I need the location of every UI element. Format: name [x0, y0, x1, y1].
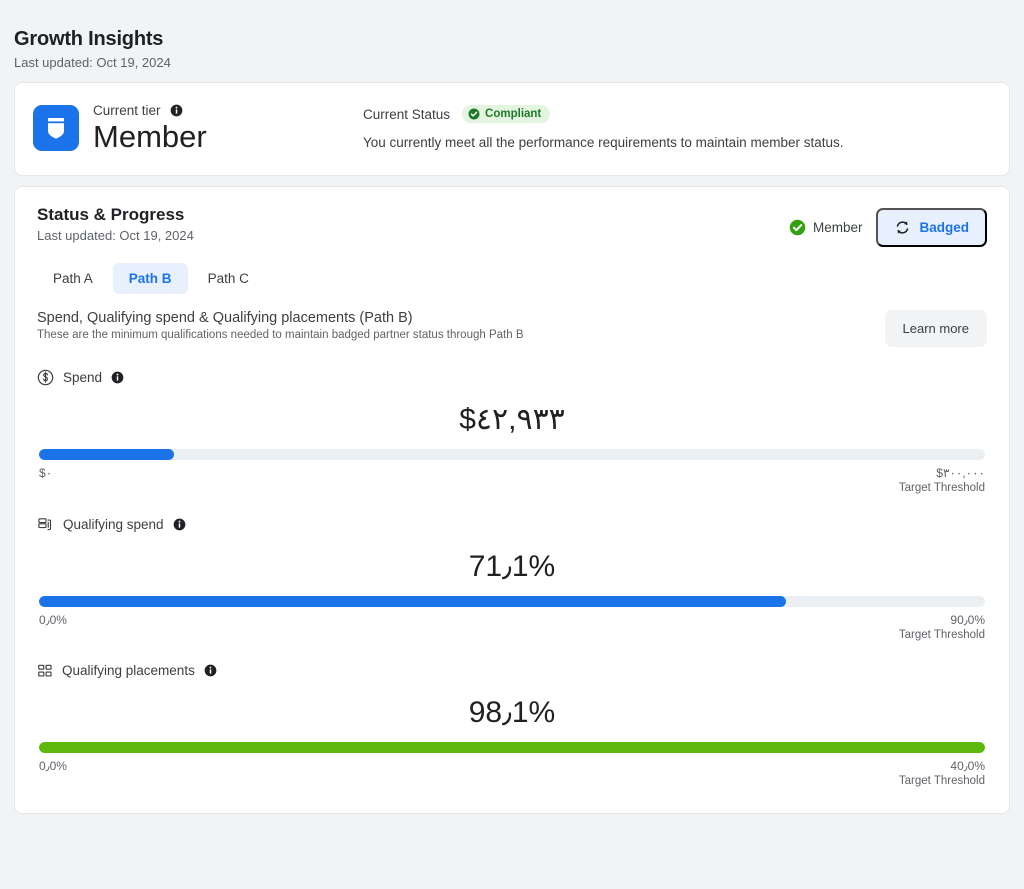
metric-spend-value: $٤٢,٩٣٣ [459, 402, 565, 436]
sync-refresh-icon [894, 219, 911, 236]
check-circle-icon [468, 108, 480, 120]
page-header: Growth Insights Last updated: Oct 19, 20… [14, 0, 1010, 82]
progress-fill [39, 595, 787, 607]
metric-qualifying-spend-value: 71٫1% [468, 549, 556, 583]
metric-qualifying-placements-min-label: 0٫0% [39, 758, 67, 773]
metric-spend-progress-bar [39, 448, 985, 460]
tab-path-c[interactable]: Path C [192, 263, 265, 294]
metric-spend-label: Spend [63, 369, 103, 385]
learn-more-button[interactable]: Learn more [884, 309, 987, 347]
metric-qualifying-placements: Qualifying placements 98٫1% 0٫0% 40٫0% T… [37, 663, 987, 787]
metric-spend-threshold-caption: Target Threshold [898, 481, 985, 494]
tab-path-a[interactable]: Path A [37, 263, 109, 294]
path-tabs: Path A Path B Path C [37, 262, 987, 294]
metric-qualifying-spend-max-label: 90٫0% [950, 612, 985, 627]
metric-qualifying-placements-threshold-caption: Target Threshold [898, 774, 985, 787]
section-last-updated: Last updated: Oct 19, 2024 [37, 227, 194, 243]
metric-spend: Spend $٤٢,٩٣٣ $٠ $٣٠٠,٠٠٠ Target Thresho… [37, 369, 987, 494]
requirements-title: Spend, Qualifying spend & Qualifying pla… [37, 309, 413, 326]
current-tier-value: Member [93, 119, 207, 154]
status-description: You currently meet all the performance r… [363, 135, 844, 150]
metric-qualifying-placements-progress-bar [39, 741, 985, 753]
badged-button[interactable]: Badged [876, 207, 987, 247]
metric-qualifying-spend: Qualifying spend 71٫1% 0٫0% 90٫0% Target [37, 516, 987, 641]
grid-squares-icon [37, 663, 53, 679]
page-last-updated: Last updated: Oct 19, 2024 [14, 55, 171, 70]
tier-summary: Current tier Member [33, 101, 363, 155]
current-tier-card: Current tier Member Current Status Compl… [14, 82, 1010, 176]
info-icon[interactable] [204, 664, 217, 677]
metric-qualifying-placements-label: Qualifying placements [62, 663, 195, 679]
metric-qualifying-spend-min-label: 0٫0% [39, 612, 67, 627]
status-badge: Compliant [462, 105, 551, 123]
metric-qualifying-spend-threshold-caption: Target Threshold [898, 628, 985, 641]
shield-badge-icon [33, 104, 79, 151]
status-badge-label: Compliant [485, 108, 542, 120]
progress-fill [39, 741, 985, 753]
metric-qualifying-spend-label: Qualifying spend [63, 516, 164, 532]
member-chip-label: Member [812, 219, 863, 235]
progress-title-group: Status & Progress Last updated: Oct 19, … [37, 205, 194, 243]
page-root: Growth Insights Last updated: Oct 19, 20… [0, 0, 1024, 889]
requirements-subtitle: These are the minimum qualifications nee… [37, 328, 524, 341]
info-icon[interactable] [170, 104, 183, 117]
tab-path-b[interactable]: Path B [112, 262, 188, 294]
metric-spend-min-label: $٠ [39, 465, 53, 480]
tier-text-group: Current tier Member [93, 101, 207, 155]
badged-button-label: Badged [919, 219, 969, 235]
current-tier-label: Current tier [93, 103, 161, 118]
status-progress-card: Status & Progress Last updated: Oct 19, … [14, 185, 1010, 814]
requirements-header: Spend, Qualifying spend & Qualifying pla… [37, 309, 987, 347]
info-icon[interactable] [173, 518, 186, 531]
check-circle-icon [789, 219, 806, 236]
metric-qualifying-placements-value: 98٫1% [468, 695, 556, 729]
info-icon[interactable] [111, 371, 124, 384]
section-title: Status & Progress [37, 204, 185, 224]
current-status-label: Current Status [363, 106, 451, 122]
metric-spend-max-label: $٣٠٠,٠٠٠ [936, 465, 985, 480]
current-status-group: Current Status Compliant You currently m… [363, 101, 987, 150]
page-title: Growth Insights [14, 28, 164, 50]
stacked-bills-icon [37, 516, 54, 533]
metric-qualifying-placements-max-label: 40٫0% [950, 758, 985, 773]
progress-fill [39, 448, 175, 460]
dollar-circle-icon [37, 369, 54, 386]
progress-card-header: Status & Progress Last updated: Oct 19, … [37, 205, 987, 247]
progress-header-actions: Member Badged [789, 205, 987, 247]
metric-qualifying-spend-progress-bar [39, 595, 985, 607]
member-status-chip: Member [789, 219, 863, 236]
requirements-text: Spend, Qualifying spend & Qualifying pla… [37, 310, 524, 341]
